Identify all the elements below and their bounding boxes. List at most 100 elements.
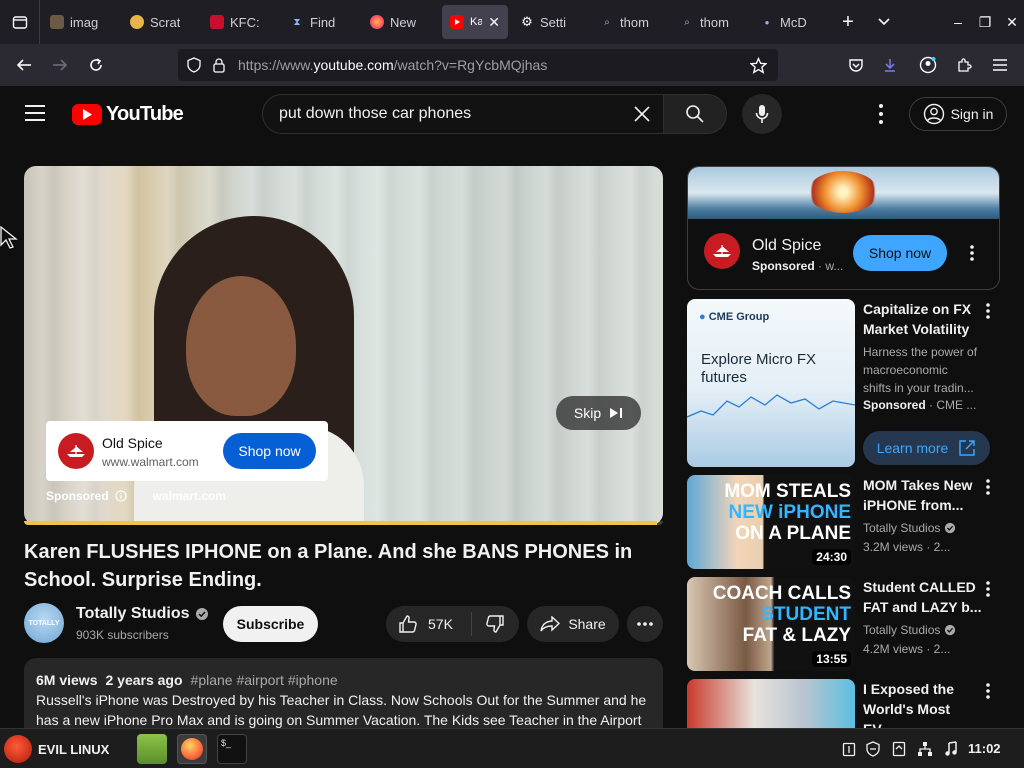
start-menu-button[interactable]: EVIL LINUX [4,733,109,765]
pocket-button[interactable] [840,44,872,86]
cme-thumbnail[interactable]: ● CME Group Explore Micro FX futures [687,299,855,467]
music-tray-icon[interactable] [942,739,960,759]
video-thumbnail[interactable]: COACH CALLS STUDENT FAT & LAZY 13:55 [687,577,855,671]
hamburger-icon [993,59,1007,71]
clock[interactable]: 11:02 [968,741,1001,756]
user-circle-icon [923,103,944,125]
terminal-icon[interactable]: $_ [217,734,247,764]
network-tray-icon[interactable] [916,739,934,759]
channel-name-row[interactable]: Totally Studios [76,605,209,623]
thumbnail-text: COACH CALLS STUDENT FAT & LAZY [712,583,851,646]
recommended-video[interactable]: MOM STEALS NEW iPHONE ON A PLANE 24:30 M… [687,475,1007,569]
share-button[interactable]: Share [527,606,619,642]
dislike-button[interactable] [472,614,518,634]
skip-label: Skip [573,405,602,421]
verified-check-icon [945,522,956,534]
sidebar-ad-name: Old Spice [752,237,822,254]
security-tray-icon[interactable] [864,739,882,759]
recommended-video[interactable]: I Exposed the World's Most EV... [687,679,1007,728]
hamburger-icon [25,105,45,121]
browser-tab[interactable]: New [362,5,438,39]
minimize-button[interactable]: – [944,0,972,44]
learn-more-button[interactable]: Learn more [863,431,990,465]
restore-button[interactable]: ❐ [971,0,999,44]
video-title[interactable]: MOM Takes New iPHONE from... [863,475,983,515]
bookmark-star-icon[interactable] [750,56,767,74]
old-spice-logo-icon [58,433,94,469]
downloads-button[interactable] [874,44,906,86]
account-button[interactable] [912,44,944,86]
forward-button[interactable] [44,44,76,86]
sidebar-ad-banner[interactable]: Old Spice Sponsored · w... Shop now [687,166,1000,290]
like-button[interactable]: 57K [386,612,472,636]
lock-icon[interactable] [212,57,226,73]
file-manager-icon[interactable] [137,734,167,764]
puzzle-icon [958,58,972,72]
skip-ad-button[interactable]: Skip [556,396,641,430]
shop-now-button[interactable]: Shop now [223,433,316,469]
browser-tab[interactable]: ⚙ Setti [512,5,588,39]
settings-more-button[interactable] [874,104,888,124]
video-more-icon[interactable] [983,579,993,599]
firefox-taskbar-button[interactable] [177,734,207,764]
clipboard-tray-icon[interactable] [840,739,858,759]
guide-menu-button[interactable] [24,104,46,127]
browser-tab[interactable]: ⌕ thom [672,5,748,39]
info-icon[interactable] [115,490,127,502]
browser-tab[interactable]: Scrat [122,5,198,39]
clear-search-icon[interactable] [633,105,651,123]
recommended-video[interactable]: COACH CALLS STUDENT FAT & LAZY 13:55 Stu… [687,577,1007,671]
verified-check-icon [945,624,956,636]
sidebar-shop-now-button[interactable]: Shop now [853,235,947,271]
close-window-button[interactable]: ✕ [998,0,1024,44]
browser-tab[interactable]: ● McD [752,5,828,39]
browser-tab-active[interactable]: Ka PL ✕ [442,5,508,39]
thumbs-up-icon [399,615,417,633]
search-icon [686,105,704,123]
old-spice-logo-icon [704,233,740,269]
channel-name[interactable]: Totally Studios [76,605,189,623]
app-menu-button[interactable] [984,44,1016,86]
firefox-view-icon [12,16,27,29]
browser-tab[interactable]: imag [42,5,118,39]
search-button[interactable] [663,94,727,134]
new-tab-button[interactable]: + [830,11,866,34]
cme-title[interactable]: Capitalize on FX Market Volatility [863,299,983,339]
browser-tab[interactable]: ⌕ thom [592,5,668,39]
sidebar-ad-more-icon[interactable] [964,243,980,263]
sponsored-recommendation[interactable]: ● CME Group Explore Micro FX futures Cap… [687,299,1007,469]
video-title[interactable]: Student CALLED FAT and LAZY b... [863,577,983,617]
cme-more-icon[interactable] [983,301,993,321]
voice-search-button[interactable] [742,94,782,134]
search-box[interactable]: put down those car phones [262,94,664,134]
description-box[interactable]: 6M views 2 years ago #plane #airport #ip… [24,658,663,738]
channel-avatar[interactable]: TOTALLY [24,603,64,643]
hashtags[interactable]: #plane #airport #iphone [191,670,338,690]
list-all-tabs-button[interactable] [866,13,902,31]
tab-title: KFC: [230,14,260,30]
extensions-button[interactable] [948,44,980,86]
sponsored-domain[interactable]: walmart.com [153,489,226,503]
url-bar[interactable]: https://www.youtube.com/watch?v=RgYcbMQj… [178,49,778,81]
sign-in-button[interactable]: Sign in [909,97,1007,131]
more-actions-button[interactable] [627,606,663,642]
back-button[interactable] [8,44,40,86]
reload-button[interactable] [80,44,112,86]
subscribe-button[interactable]: Subscribe [223,606,318,642]
browser-tab[interactable]: ⧗ Find [282,5,358,39]
video-more-icon[interactable] [983,477,993,497]
video-channel[interactable]: Totally Studios [863,623,956,637]
video-thumbnail[interactable] [687,679,855,728]
youtube-logo[interactable]: YouTube [72,103,184,126]
video-more-icon[interactable] [983,681,993,701]
firefox-view-button[interactable] [0,0,40,44]
shield-icon[interactable] [186,57,202,73]
ad-overlay-card[interactable]: Old Spice www.walmart.com Shop now [46,421,328,481]
search-input[interactable]: put down those car phones [279,105,471,123]
updates-tray-icon[interactable] [890,739,908,759]
video-title[interactable]: I Exposed the World's Most EV... [863,679,983,728]
video-thumbnail[interactable]: MOM STEALS NEW iPHONE ON A PLANE 24:30 [687,475,855,569]
close-tab-icon[interactable]: ✕ [488,14,500,31]
browser-tab[interactable]: KFC: [202,5,278,39]
video-channel[interactable]: Totally Studios [863,521,956,535]
